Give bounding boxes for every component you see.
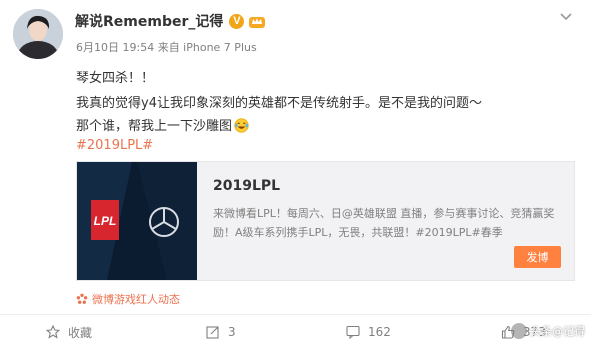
author-name[interactable]: 解说Remember_记得: [75, 11, 223, 31]
post-text-line-3: 那个谁，帮我上一下沙雕图: [76, 115, 249, 134]
comment-button[interactable]: 162: [346, 318, 391, 346]
watermark-logo-icon: [511, 323, 527, 339]
favorite-label: 收藏: [68, 325, 93, 340]
author-avatar[interactable]: [13, 9, 63, 59]
action-bar-divider: [0, 314, 591, 315]
repost-button[interactable]: 3: [206, 318, 236, 346]
star-icon: [46, 325, 60, 339]
member-crown-icon: [249, 17, 266, 28]
author-row: 解说Remember_记得 V: [75, 10, 266, 32]
verified-badge-icon: V: [229, 13, 245, 29]
comment-icon: [346, 325, 360, 339]
post-button[interactable]: 发博: [514, 246, 561, 268]
post-source-text: 微博游戏红人动态: [92, 293, 180, 306]
post-source[interactable]: 微博游戏红人动态: [76, 291, 180, 307]
flower-icon: [76, 293, 88, 304]
topic-card-description: 来微博看LPL！每周六、日@英雄联盟 直播，参与赛事讨论、竞猜赢奖励！A级车系列…: [213, 207, 555, 239]
post-meta: 6月10日 19:54 来自 iPhone 7 Plus: [76, 41, 257, 54]
watermark-text: 头条@记得: [530, 325, 585, 338]
comment-count: 162: [368, 325, 391, 339]
post-text-line-2: 我真的觉得y4让我印象深刻的英雄都不是传统射手。是不是我的问题～: [76, 96, 482, 111]
repost-icon: [206, 326, 219, 339]
post-text-line-3-text: 那个谁，帮我上一下沙雕图: [76, 119, 233, 134]
hashtag-link[interactable]: #2019LPL#: [76, 138, 153, 153]
laugh-cry-emoji-icon: [234, 118, 249, 133]
watermark: 头条@记得: [511, 323, 585, 339]
lpl-logo-text: LPL: [94, 214, 117, 228]
chevron-down-icon[interactable]: [559, 12, 573, 22]
repost-count: 3: [228, 325, 236, 339]
post-text-line-1: 琴女四杀！！: [76, 71, 155, 86]
topic-card-image: LPL: [77, 162, 197, 280]
topic-card-title: 2019LPL: [213, 178, 281, 194]
topic-card[interactable]: LPL 2019LPL 来微博看LPL！每周六、日@英雄联盟 直播，参与赛事讨论…: [76, 161, 575, 281]
favorite-button[interactable]: 收藏: [46, 318, 92, 346]
